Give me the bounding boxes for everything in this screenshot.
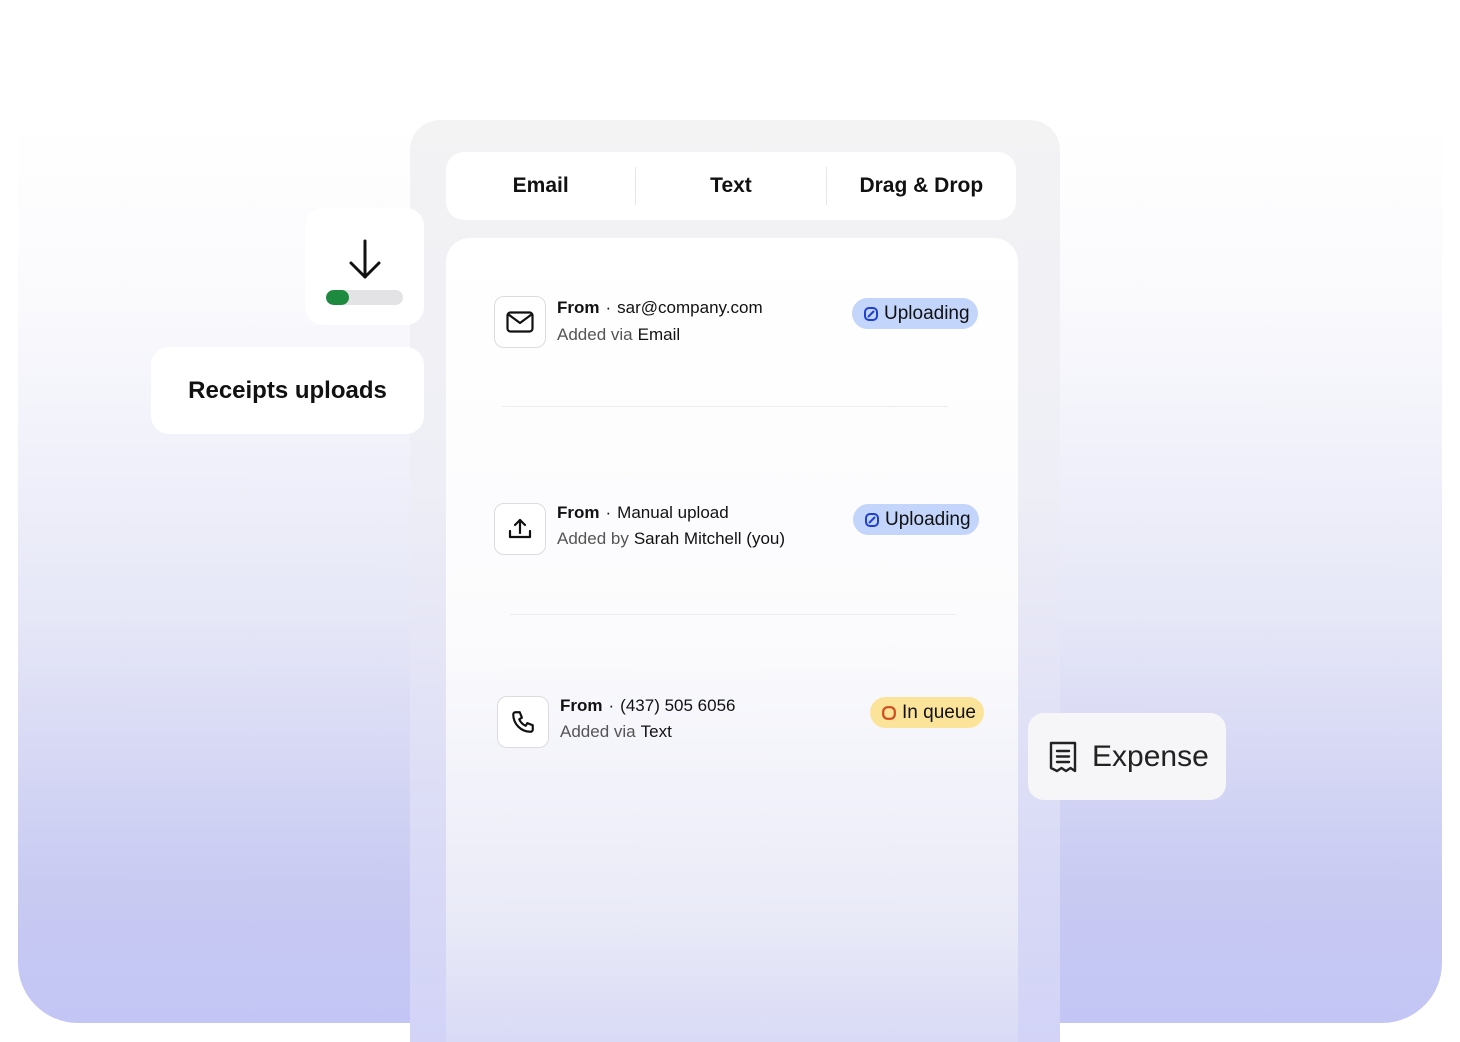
download-widget	[305, 208, 424, 325]
status-badge: Uploading	[853, 504, 979, 535]
upload-source: sar@company.com	[617, 298, 763, 317]
phone-icon	[497, 696, 549, 748]
upload-added-line: Added via Email	[557, 325, 680, 345]
upload-list	[446, 238, 1018, 1042]
upload-added-line: Added by Sarah Mitchell (you)	[557, 529, 785, 549]
uploading-icon	[865, 512, 879, 527]
tab-drag-drop[interactable]: Drag & Drop	[827, 152, 1016, 220]
mail-icon	[494, 296, 546, 348]
uploading-icon	[864, 306, 878, 321]
tab-label: Text	[710, 174, 752, 197]
tab-label: Email	[512, 174, 569, 197]
receipts-uploads-label: Receipts uploads	[188, 376, 387, 404]
status-badge: In queue	[870, 697, 984, 728]
status-label: In queue	[902, 701, 976, 723]
upload-source-line: From · sar@company.com	[557, 298, 763, 317]
added-value: Sarah Mitchell (you)	[633, 529, 786, 548]
from-label: From	[560, 696, 603, 715]
added-label: Added via	[557, 325, 633, 344]
tab-label: Drag & Drop	[859, 174, 984, 197]
upload-source: (437) 505 6056	[620, 696, 736, 715]
upload-added-line: Added via Text	[560, 722, 672, 742]
upload-source-line: From · Manual upload	[557, 503, 729, 522]
added-value: Email	[637, 325, 681, 344]
row-divider	[510, 614, 956, 615]
upload-source-line: From · (437) 505 6056	[560, 696, 736, 715]
status-label: Uploading	[885, 508, 971, 530]
tab-text[interactable]: Text	[636, 152, 825, 220]
source-tabs: Email Text Drag & Drop	[446, 152, 1016, 220]
queue-icon	[882, 705, 896, 720]
added-value: Text	[640, 722, 672, 741]
from-label: From	[557, 503, 600, 522]
tab-email[interactable]: Email	[446, 152, 635, 220]
expense-label: Expense	[1092, 739, 1209, 773]
added-label: Added by	[557, 529, 629, 548]
status-label: Uploading	[884, 302, 970, 324]
receipt-icon	[1048, 740, 1078, 774]
upload-source: Manual upload	[617, 503, 729, 522]
added-label: Added via	[560, 722, 636, 741]
progress-bar	[326, 290, 403, 305]
from-label: From	[557, 298, 600, 317]
upload-icon	[494, 503, 546, 555]
expense-card: Expense	[1028, 713, 1226, 800]
arrow-down-icon	[347, 238, 383, 287]
progress-fill	[326, 290, 350, 305]
row-divider	[502, 406, 948, 407]
receipts-uploads-card: Receipts uploads	[151, 347, 424, 434]
status-badge: Uploading	[852, 298, 978, 329]
